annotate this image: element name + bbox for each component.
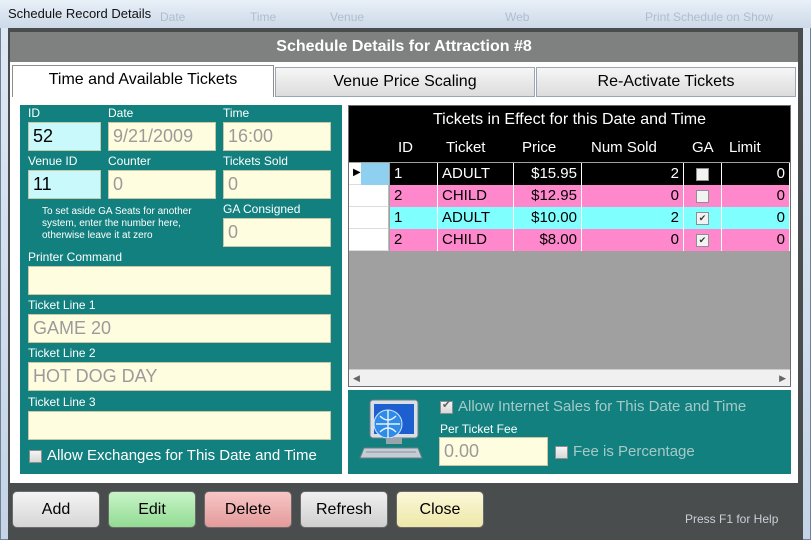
cell-limit: 0	[722, 185, 790, 207]
column-header-ticket[interactable]: Ticket	[440, 134, 485, 162]
cell-ticket: CHILD	[438, 185, 514, 207]
row-header[interactable]	[349, 207, 389, 229]
row-header[interactable]: ▶	[349, 163, 389, 185]
background-text: Date	[160, 10, 186, 24]
cell-ga: ✔	[684, 207, 722, 229]
column-header-ga[interactable]: GA	[686, 134, 714, 162]
tickets-sold-label: Tickets Sold	[223, 154, 288, 168]
ticket-line2-field[interactable]: HOT DOG DAY	[28, 362, 331, 391]
cell-ga	[684, 185, 722, 207]
scroll-right-icon[interactable]: ▶	[779, 373, 786, 384]
ga-consigned-field[interactable]: 0	[223, 218, 331, 247]
edit-button[interactable]: Edit	[108, 491, 196, 528]
page-title: Schedule Details for Attraction #8	[10, 32, 798, 62]
ga-checkbox[interactable]	[696, 190, 709, 203]
tickets-sold-field[interactable]: 0	[223, 170, 331, 199]
cell-limit: 0	[722, 229, 790, 251]
counter-label: Counter	[108, 154, 151, 168]
cell-id: 1	[390, 207, 438, 229]
background-text: Web	[505, 10, 530, 24]
row-selector-icon: ▶	[353, 167, 361, 178]
cell-ga	[684, 163, 722, 185]
row-header[interactable]	[349, 229, 389, 251]
cell-ticket: ADULT	[438, 163, 514, 185]
background-text: Print Schedule on Show	[645, 10, 774, 24]
row-selection-highlight	[361, 163, 389, 185]
per-ticket-fee-field[interactable]: 0.00	[439, 437, 548, 466]
cell-ticket: CHILD	[438, 229, 514, 251]
cell-num-sold: 2	[582, 163, 684, 185]
ticket-line3-label: Ticket Line 3	[28, 395, 96, 409]
column-header-id[interactable]: ID	[392, 134, 413, 162]
ticket-line1-field[interactable]: GAME 20	[28, 314, 331, 343]
cell-price: $12.95	[514, 185, 582, 207]
cell-num-sold: 0	[582, 229, 684, 251]
cell-limit: 0	[722, 163, 790, 185]
printer-command-field[interactable]	[28, 266, 331, 295]
cell-price: $15.95	[514, 163, 582, 185]
printer-command-label: Printer Command	[28, 250, 123, 264]
tab-venue-price-scaling[interactable]: Venue Price Scaling	[275, 67, 535, 97]
tab-reactivate-tickets[interactable]: Re-Activate Tickets	[536, 67, 796, 97]
column-header-price[interactable]: Price	[516, 134, 556, 162]
grid-horizontal-scrollbar[interactable]: ◀ ▶	[349, 369, 790, 386]
ticket-line3-field[interactable]	[28, 411, 331, 440]
cell-ticket: ADULT	[438, 207, 514, 229]
cell-id: 2	[390, 185, 438, 207]
ticket-line1-label: Ticket Line 1	[28, 298, 96, 312]
column-header-limit[interactable]: Limit	[723, 134, 761, 162]
allow-internet-sales-label: Allow Internet Sales for This Date and T…	[458, 398, 747, 415]
time-label: Time	[223, 106, 250, 120]
scroll-left-icon[interactable]: ◀	[353, 373, 360, 384]
cell-price: $10.00	[514, 207, 582, 229]
cell-num-sold: 2	[582, 207, 684, 229]
fee-is-percentage-label: Fee is Percentage	[573, 443, 695, 460]
counter-field[interactable]: 0	[108, 170, 216, 199]
cell-id: 1	[390, 163, 438, 185]
date-field[interactable]: 9/21/2009	[108, 122, 216, 151]
check-icon: ✔	[441, 399, 452, 411]
time-field[interactable]: 16:00	[223, 122, 331, 151]
grid-title: Tickets in Effect for this Date and Time	[349, 106, 790, 134]
cell-ga: ✔	[684, 229, 722, 251]
ga-checkbox[interactable]	[696, 168, 709, 181]
venue-id-label: Venue ID	[28, 154, 78, 168]
background-text: Venue	[330, 10, 365, 24]
cell-price: $8.00	[514, 229, 582, 251]
background-text: Time	[250, 10, 277, 24]
id-label: ID	[28, 106, 40, 120]
close-button[interactable]: Close	[396, 491, 484, 528]
cell-num-sold: 0	[582, 185, 684, 207]
venue-id-field[interactable]: 11	[28, 170, 101, 199]
tab-time-and-tickets[interactable]: Time and Available Tickets	[12, 65, 274, 97]
cell-limit: 0	[722, 207, 790, 229]
ga-checkbox[interactable]: ✔	[696, 212, 709, 225]
delete-button[interactable]: Delete	[204, 491, 292, 528]
date-label: Date	[108, 106, 134, 120]
allow-exchanges-label: Allow Exchanges for This Date and Time	[47, 447, 317, 464]
row-header[interactable]	[349, 185, 389, 207]
computer-globe-icon	[356, 396, 426, 466]
add-button[interactable]: Add	[12, 491, 100, 528]
ga-checkbox[interactable]: ✔	[696, 234, 709, 247]
window-title: Schedule Record Details	[8, 6, 152, 21]
refresh-button[interactable]: Refresh	[300, 491, 388, 528]
ticket-line2-label: Ticket Line 2	[28, 346, 96, 360]
fee-is-percentage-checkbox[interactable]	[555, 446, 568, 459]
help-hint: Press F1 for Help	[685, 512, 779, 526]
ga-consigned-label: GA Consigned	[223, 202, 301, 216]
cell-id: 2	[390, 229, 438, 251]
per-ticket-fee-label: Per Ticket Fee	[440, 422, 518, 436]
allow-exchanges-checkbox[interactable]	[29, 450, 42, 463]
column-header-num-sold[interactable]: Num Sold	[585, 134, 657, 162]
id-field[interactable]: 52	[28, 122, 101, 151]
ga-note: To set aside GA Seats for another system…	[42, 206, 192, 241]
